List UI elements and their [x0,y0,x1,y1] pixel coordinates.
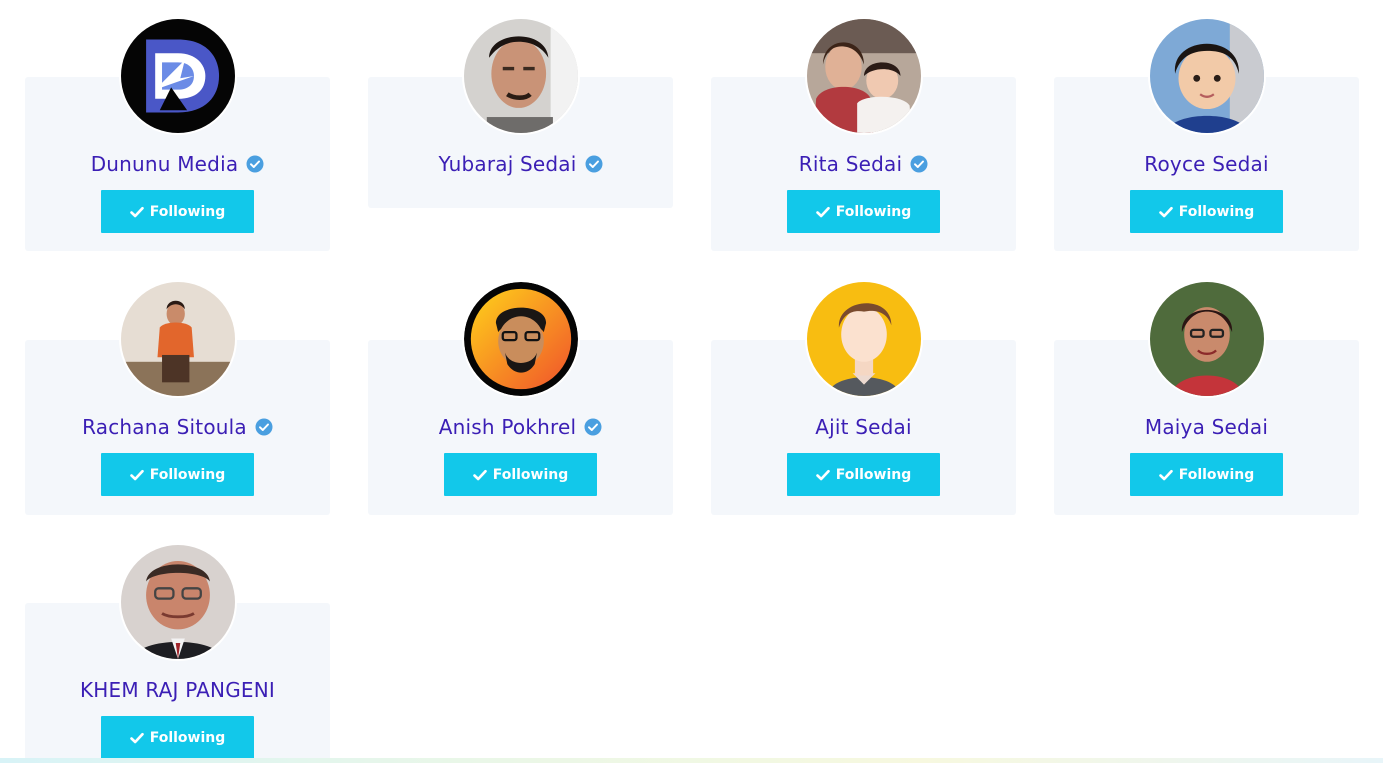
following-button[interactable]: Following [787,190,940,233]
check-icon [1158,469,1173,480]
mother-child-avatar[interactable] [805,17,923,135]
check-icon [1158,206,1173,217]
following-label: Following [1178,466,1255,483]
illustrated-man-avatar[interactable] [462,280,580,398]
following-button[interactable]: Following [101,453,254,496]
following-button[interactable]: Following [787,453,940,496]
following-button[interactable]: Following [101,716,254,759]
user-name[interactable]: KHEM RAJ PANGENI [80,678,275,702]
woman-portrait-avatar[interactable] [1148,280,1266,398]
user-name[interactable]: Dununu Media [91,152,239,176]
user-name[interactable]: Rachana Sitoula [82,415,247,439]
following-label: Following [1178,203,1255,220]
following-grid: Dununu Media Following Yubaraj Sedai Rit… [0,0,1383,763]
man-portrait-avatar[interactable] [462,17,580,135]
following-button[interactable]: Following [1130,453,1283,496]
check-icon [129,732,144,743]
following-button[interactable]: Following [444,453,597,496]
girl-outdoor-avatar[interactable] [119,280,237,398]
following-label: Following [835,203,912,220]
default-male-avatar[interactable] [805,280,923,398]
logo-d-avatar[interactable] [119,17,237,135]
following-label: Following [149,729,226,746]
following-label: Following [492,466,569,483]
user-name[interactable]: Ajit Sedai [815,415,912,439]
following-button[interactable]: Following [101,190,254,233]
check-icon [129,206,144,217]
following-label: Following [149,466,226,483]
man-glasses-avatar[interactable] [119,543,237,661]
following-button[interactable]: Following [1130,190,1283,233]
user-name[interactable]: Rita Sedai [799,152,902,176]
user-name[interactable]: Maiya Sedai [1145,415,1268,439]
verified-badge-icon [910,155,928,173]
user-name[interactable]: Yubaraj Sedai [438,152,576,176]
check-icon [815,206,830,217]
user-name[interactable]: Anish Pokhrel [439,415,576,439]
verified-badge-icon [255,418,273,436]
check-icon [129,469,144,480]
user-name[interactable]: Royce Sedai [1144,152,1268,176]
following-label: Following [149,203,226,220]
following-label: Following [835,466,912,483]
check-icon [472,469,487,480]
verified-badge-icon [246,155,264,173]
verified-badge-icon [584,418,602,436]
verified-badge-icon [585,155,603,173]
check-icon [815,469,830,480]
boy-portrait-avatar[interactable] [1148,17,1266,135]
bottom-gradient-bar [0,758,1383,763]
